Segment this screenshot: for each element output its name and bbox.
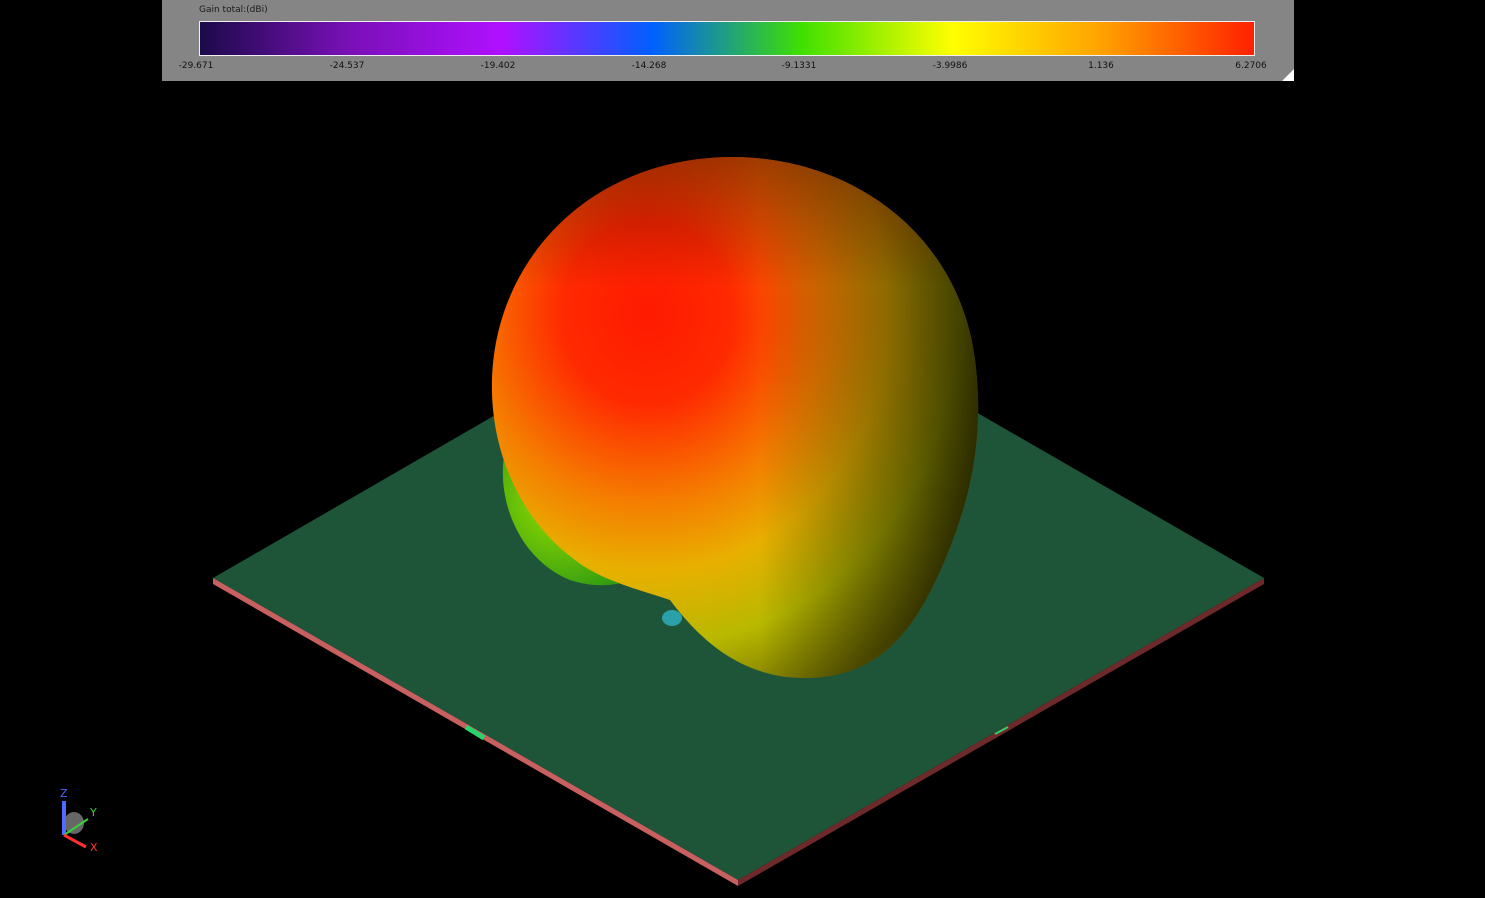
z-axis-label: Z — [60, 787, 68, 800]
colorbar-tick: -9.1331 — [781, 61, 817, 71]
y-axis-label: Y — [89, 806, 97, 819]
colorbar-tick: -19.402 — [480, 61, 516, 71]
colorbar-tick: -3.9986 — [932, 61, 968, 71]
legend-title: Gain total:(dBi) — [199, 5, 268, 15]
colorbar-tick: 6.2706 — [1235, 61, 1267, 71]
colorbar — [199, 21, 1255, 56]
colorbar-tick: 1.136 — [1088, 61, 1114, 71]
colorbar-tick: -14.268 — [631, 61, 667, 71]
resize-corner-icon[interactable] — [1282, 69, 1294, 81]
gain-legend-panel[interactable]: Gain total:(dBi) -29.671 -24.537 -19.402… — [162, 0, 1294, 81]
colorbar-tick: -24.537 — [329, 61, 365, 71]
colorbar-tick: -29.671 — [178, 61, 214, 71]
3d-viewport[interactable]: Gain total:(dBi) -29.671 -24.537 -19.402… — [0, 0, 1485, 898]
axes-orientation-icon: Z Y X — [60, 787, 98, 854]
x-axis-label: X — [90, 841, 98, 854]
feed-point — [662, 610, 682, 626]
radiation-pattern-scene — [213, 156, 1264, 886]
